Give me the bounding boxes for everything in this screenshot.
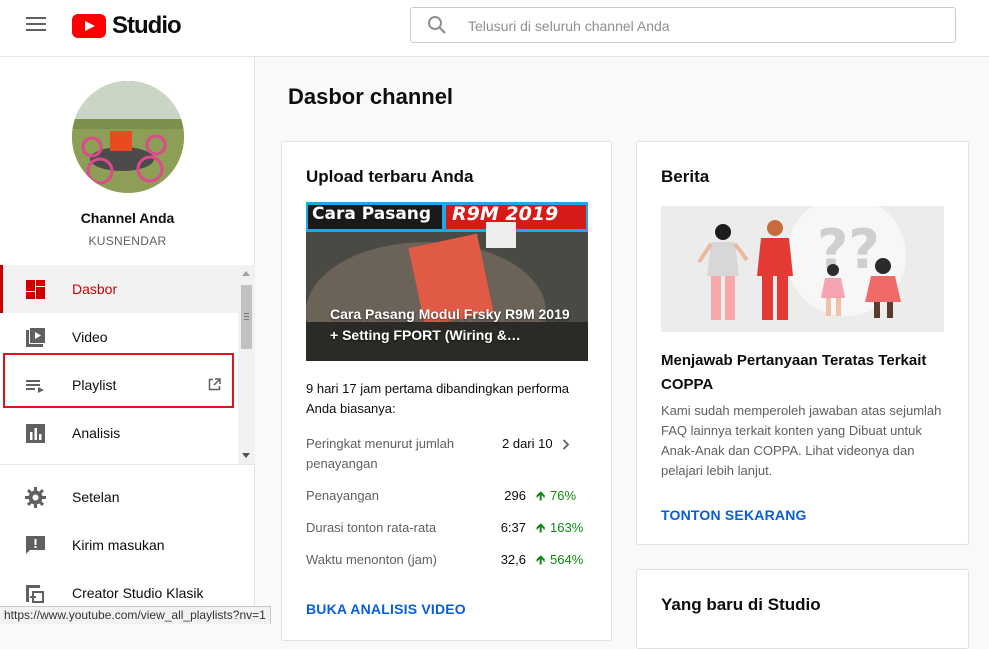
logo-text: Studio (112, 12, 182, 39)
open-video-analytics-link[interactable]: BUKA ANALISIS VIDEO (306, 601, 466, 617)
top-bar: Studio (0, 0, 989, 57)
channel-handle: KUSNENDAR (88, 234, 167, 248)
rank-label: Peringkat menurut jumlah penayangan (306, 436, 455, 471)
svg-text:??: ?? (817, 218, 880, 281)
news-card: Berita ?? Menjawab Pertanyaan Teratas Te… (636, 141, 969, 545)
sidebar-nav: Dasbor Video Playlist Analisis (0, 265, 238, 464)
search-input[interactable] (466, 14, 940, 38)
stat-label: Penayangan (306, 488, 380, 503)
upload-card-title: Upload terbaru Anda (306, 167, 474, 186)
chevron-right-icon[interactable] (562, 439, 570, 450)
open-external-icon[interactable] (208, 378, 221, 391)
stat-row: Durasi tonton rata-rata 6:37 🡹 163% (306, 518, 590, 538)
video-title[interactable]: Cara Pasang Modul Frsky R9M 2019 + Setti… (330, 304, 570, 346)
page-title: Dasbor channel (288, 84, 454, 109)
whats-new-card-title: Yang baru di Studio (661, 595, 821, 614)
news-illustration[interactable]: ?? (661, 206, 944, 332)
sidebar-item-label: Setelan (72, 489, 120, 505)
whats-new-card: Yang baru di Studio (636, 569, 969, 649)
sidebar-item-label: Video (72, 329, 108, 345)
sidebar-item-analisis[interactable]: Analisis (0, 409, 238, 457)
classic-studio-icon (26, 585, 44, 603)
video-icon (26, 328, 45, 347)
stat-row: Penayangan 296 🡹 76% (306, 486, 590, 506)
scroll-thumb[interactable] (241, 285, 252, 349)
news-card-title: Berita (661, 167, 710, 186)
up-arrow-icon: 🡹 (536, 488, 546, 503)
rank-row[interactable]: Peringkat menurut jumlah penayangan 2 da… (306, 434, 590, 474)
thumbnail-banner-left: Cara Pasang (312, 204, 432, 224)
stat-value: 296 (504, 488, 526, 503)
sidebar-item-playlist[interactable]: Playlist (0, 361, 238, 409)
gear-icon (25, 487, 46, 508)
sidebar-item-setelan[interactable]: Setelan (0, 473, 238, 521)
stat-value: 32,6 (500, 552, 526, 567)
studio-logo[interactable]: Studio (72, 12, 182, 40)
playlist-icon (26, 380, 44, 393)
stat-value: 6:37 (500, 520, 526, 535)
menu-icon[interactable] (26, 17, 46, 33)
sidebar-divider (0, 464, 255, 465)
stat-delta: 564% (550, 552, 584, 567)
news-body: Kami sudah memperoleh jawaban atas sejum… (661, 403, 942, 478)
watch-now-link[interactable]: TONTON SEKARANG (661, 507, 807, 523)
youtube-play-icon (72, 14, 106, 38)
up-arrow-icon: 🡹 (536, 552, 546, 567)
sidebar-item-kirim-masukan[interactable]: Kirim masukan (0, 521, 238, 569)
performance-intro: 9 hari 17 jam pertama dibandingkan perfo… (306, 381, 570, 416)
active-indicator (0, 265, 3, 313)
search-box[interactable] (410, 7, 956, 43)
stat-row: Waktu menonton (jam) 32,6 🡹 564% (306, 550, 590, 570)
channel-name: Channel Anda (80, 210, 175, 226)
sidebar-item-label: Analisis (72, 425, 121, 441)
sidebar-item-video[interactable]: Video (0, 313, 238, 361)
feedback-icon (26, 536, 45, 554)
scroll-down-arrow[interactable] (242, 453, 250, 458)
news-headline[interactable]: Menjawab Pertanyaan Teratas Terkait COPP… (661, 349, 931, 397)
stat-label: Waktu menonton (jam) (306, 552, 438, 567)
search-icon (428, 16, 446, 34)
stat-delta: 76% (550, 488, 577, 503)
stat-delta: 163% (550, 520, 584, 535)
up-arrow-icon: 🡹 (536, 520, 546, 535)
sidebar-item-label: Kirim masukan (72, 537, 165, 553)
sidebar-item-label: Creator Studio Klasik (72, 585, 204, 601)
thumbnail-banner-right: R9M 2019 (452, 203, 559, 225)
sidebar-item-label: Playlist (72, 377, 117, 393)
stat-label: Durasi tonton rata-rata (306, 520, 437, 535)
sidebar-item-dasbor[interactable]: Dasbor (0, 265, 238, 313)
analytics-icon (26, 424, 45, 443)
rank-value: 2 dari 10 (502, 436, 553, 451)
sidebar-item-label: Dasbor (72, 281, 118, 297)
sidebar: Channel Anda KUSNENDAR Dasbor Video Play… (0, 57, 255, 624)
browser-status-url: https://www.youtube.com/view_all_playlis… (0, 606, 271, 624)
scroll-up-arrow[interactable] (242, 271, 250, 276)
dashboard-icon (26, 280, 45, 299)
video-thumbnail[interactable]: Cara Pasang R9M 2019 Cara Pasang Modul F… (306, 202, 588, 361)
channel-avatar[interactable] (72, 81, 184, 193)
upload-card: Upload terbaru Anda Cara Pasang R9M 2019… (281, 141, 612, 641)
sidebar-scrollbar[interactable] (238, 265, 255, 464)
